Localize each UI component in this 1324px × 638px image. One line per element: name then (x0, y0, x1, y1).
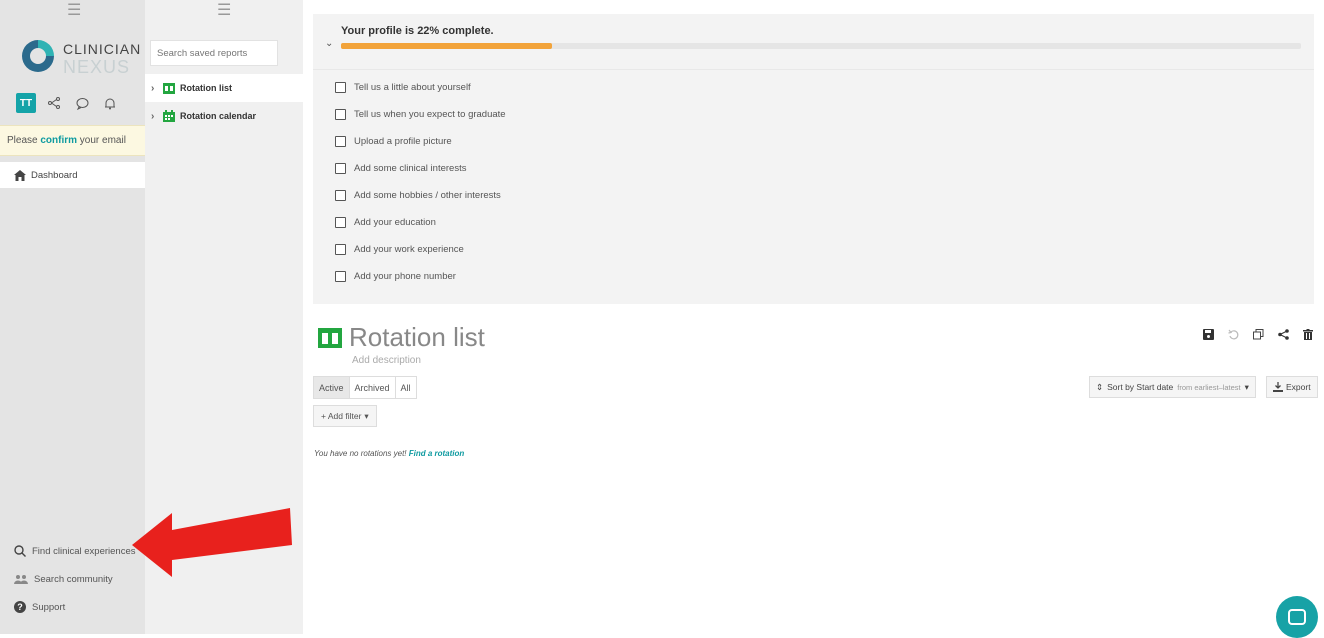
chat-bubble-icon[interactable] (72, 93, 92, 113)
brand-name-line2: NEXUS (63, 57, 131, 77)
empty-text: You have no rotations yet! (314, 449, 409, 458)
hamburger-icon[interactable]: ☰ (217, 0, 231, 20)
profile-completion-panel: ⌄ Your profile is 22% complete. Tell us … (313, 14, 1314, 304)
checkbox[interactable] (335, 244, 346, 255)
profile-task-label: Add your work experience (354, 244, 464, 255)
checkbox[interactable] (335, 109, 346, 120)
nav-item-label: Support (32, 601, 66, 613)
nav-item-label: Dashboard (31, 169, 78, 181)
avatar[interactable]: TT (16, 93, 36, 113)
nav-item-label: Find clinical experiences (32, 545, 136, 557)
tab-archived[interactable]: Archived (349, 377, 396, 398)
profile-completion-title: Your profile is 22% complete. (341, 25, 494, 37)
report-item-label: Rotation calendar (180, 111, 257, 121)
search-icon (14, 545, 26, 557)
export-button[interactable]: Export (1266, 376, 1318, 398)
profile-task-label: Add some clinical interests (354, 163, 467, 174)
download-icon (1273, 382, 1283, 392)
chevron-down-icon[interactable]: ⌄ (325, 38, 333, 49)
chevron-right-icon[interactable]: › (151, 83, 158, 94)
sort-dropdown[interactable]: ⇕ Sort by Start date from earliest–lates… (1089, 376, 1256, 398)
add-filter-button[interactable]: + Add filter ▾ (313, 405, 377, 427)
profile-task[interactable]: Add your education (335, 217, 436, 228)
profile-task[interactable]: Add your phone number (335, 271, 456, 282)
calendar-icon (163, 110, 175, 122)
confirm-email-banner: Please confirm your email (0, 125, 145, 156)
export-label: Export (1286, 382, 1311, 392)
clinician-nexus-logo[interactable]: CLINICIAN NEXUS (18, 36, 142, 80)
tab-active[interactable]: Active (314, 377, 350, 398)
hamburger-icon[interactable]: ☰ (67, 0, 81, 20)
profile-task[interactable]: Tell us a little about yourself (335, 82, 471, 93)
profile-task-label: Upload a profile picture (354, 136, 452, 147)
save-icon[interactable] (1203, 329, 1214, 340)
nav-item-find-clinical-experiences[interactable]: Find clinical experiences (0, 537, 145, 565)
find-rotation-link[interactable]: Find a rotation (409, 449, 465, 458)
nav-item-search-community[interactable]: Search community (0, 565, 145, 593)
tab-all[interactable]: All (395, 377, 416, 398)
network-icon[interactable] (44, 93, 64, 113)
svg-text:?: ? (17, 602, 23, 612)
nav-item-support[interactable]: ? Support (0, 593, 145, 621)
nav-item-dashboard[interactable]: Dashboard (0, 162, 145, 188)
page-title[interactable]: Rotation list (349, 322, 485, 353)
report-item-rotation-list[interactable]: › Rotation list (145, 74, 303, 102)
report-item-label: Rotation list (180, 83, 232, 93)
report-toolbar (1203, 329, 1313, 340)
profile-task[interactable]: Tell us when you expect to graduate (335, 109, 506, 120)
sort-label: Sort by Start date (1107, 382, 1174, 392)
nav-icon-row: TT (16, 93, 120, 113)
profile-task[interactable]: Add some hobbies / other interests (335, 190, 501, 201)
profile-task[interactable]: Upload a profile picture (335, 136, 452, 147)
profile-task-label: Tell us a little about yourself (354, 82, 471, 93)
people-icon (14, 574, 28, 584)
profile-progress-bar (341, 43, 1301, 49)
bottom-nav: Find clinical experiences Search communi… (0, 537, 145, 621)
checkbox[interactable] (335, 82, 346, 93)
share-icon[interactable] (1278, 329, 1289, 340)
checkbox[interactable] (335, 271, 346, 282)
profile-task[interactable]: Add your work experience (335, 244, 464, 255)
checkbox[interactable] (335, 190, 346, 201)
chat-launcher-button[interactable] (1276, 596, 1318, 638)
search-saved-reports-input[interactable] (150, 40, 278, 66)
logo-mark-icon (22, 40, 54, 72)
home-icon (14, 169, 26, 181)
checkbox[interactable] (335, 136, 346, 147)
sort-order: from earliest–latest (1177, 382, 1241, 392)
confirm-prefix: Please (7, 135, 41, 146)
confirm-link[interactable]: confirm (40, 135, 77, 146)
undo-icon[interactable] (1228, 329, 1239, 340)
empty-state-message: You have no rotations yet! Find a rotati… (314, 449, 464, 458)
add-filter-label: + Add filter (321, 411, 362, 421)
confirm-suffix: your email (77, 135, 126, 146)
question-icon: ? (14, 601, 26, 613)
chat-icon (1288, 609, 1306, 625)
copy-icon[interactable] (1253, 329, 1264, 340)
sort-icon: ⇕ (1096, 381, 1104, 392)
brand-name-line1: CLINICIAN (63, 41, 142, 57)
status-tabs: Active Archived All (313, 376, 417, 399)
bell-icon[interactable] (100, 93, 120, 113)
profile-completion-header[interactable]: ⌄ Your profile is 22% complete. (313, 14, 1314, 70)
checkbox[interactable] (335, 163, 346, 174)
report-item-rotation-calendar[interactable]: › Rotation calendar (145, 102, 303, 130)
profile-task-label: Add some hobbies / other interests (354, 190, 501, 201)
profile-task-label: Add your education (354, 217, 436, 228)
profile-task-label: Add your phone number (354, 271, 456, 282)
chevron-right-icon[interactable]: › (151, 111, 158, 122)
profile-task[interactable]: Add some clinical interests (335, 163, 466, 174)
rotation-list-icon (163, 82, 175, 94)
main-nav: ☰ CLINICIAN NEXUS TT Please confirm your… (0, 0, 145, 634)
trash-icon[interactable] (1303, 329, 1313, 340)
description-field[interactable]: Add description (352, 355, 421, 366)
caret-down-icon: ▾ (364, 410, 369, 421)
profile-task-label: Tell us when you expect to graduate (354, 109, 506, 120)
annotation-arrow (132, 508, 292, 577)
caret-down-icon: ▾ (1244, 381, 1249, 392)
nav-item-label: Search community (34, 573, 113, 585)
checkbox[interactable] (335, 217, 346, 228)
rotation-list-icon (318, 328, 342, 348)
profile-progress-fill (341, 43, 553, 49)
